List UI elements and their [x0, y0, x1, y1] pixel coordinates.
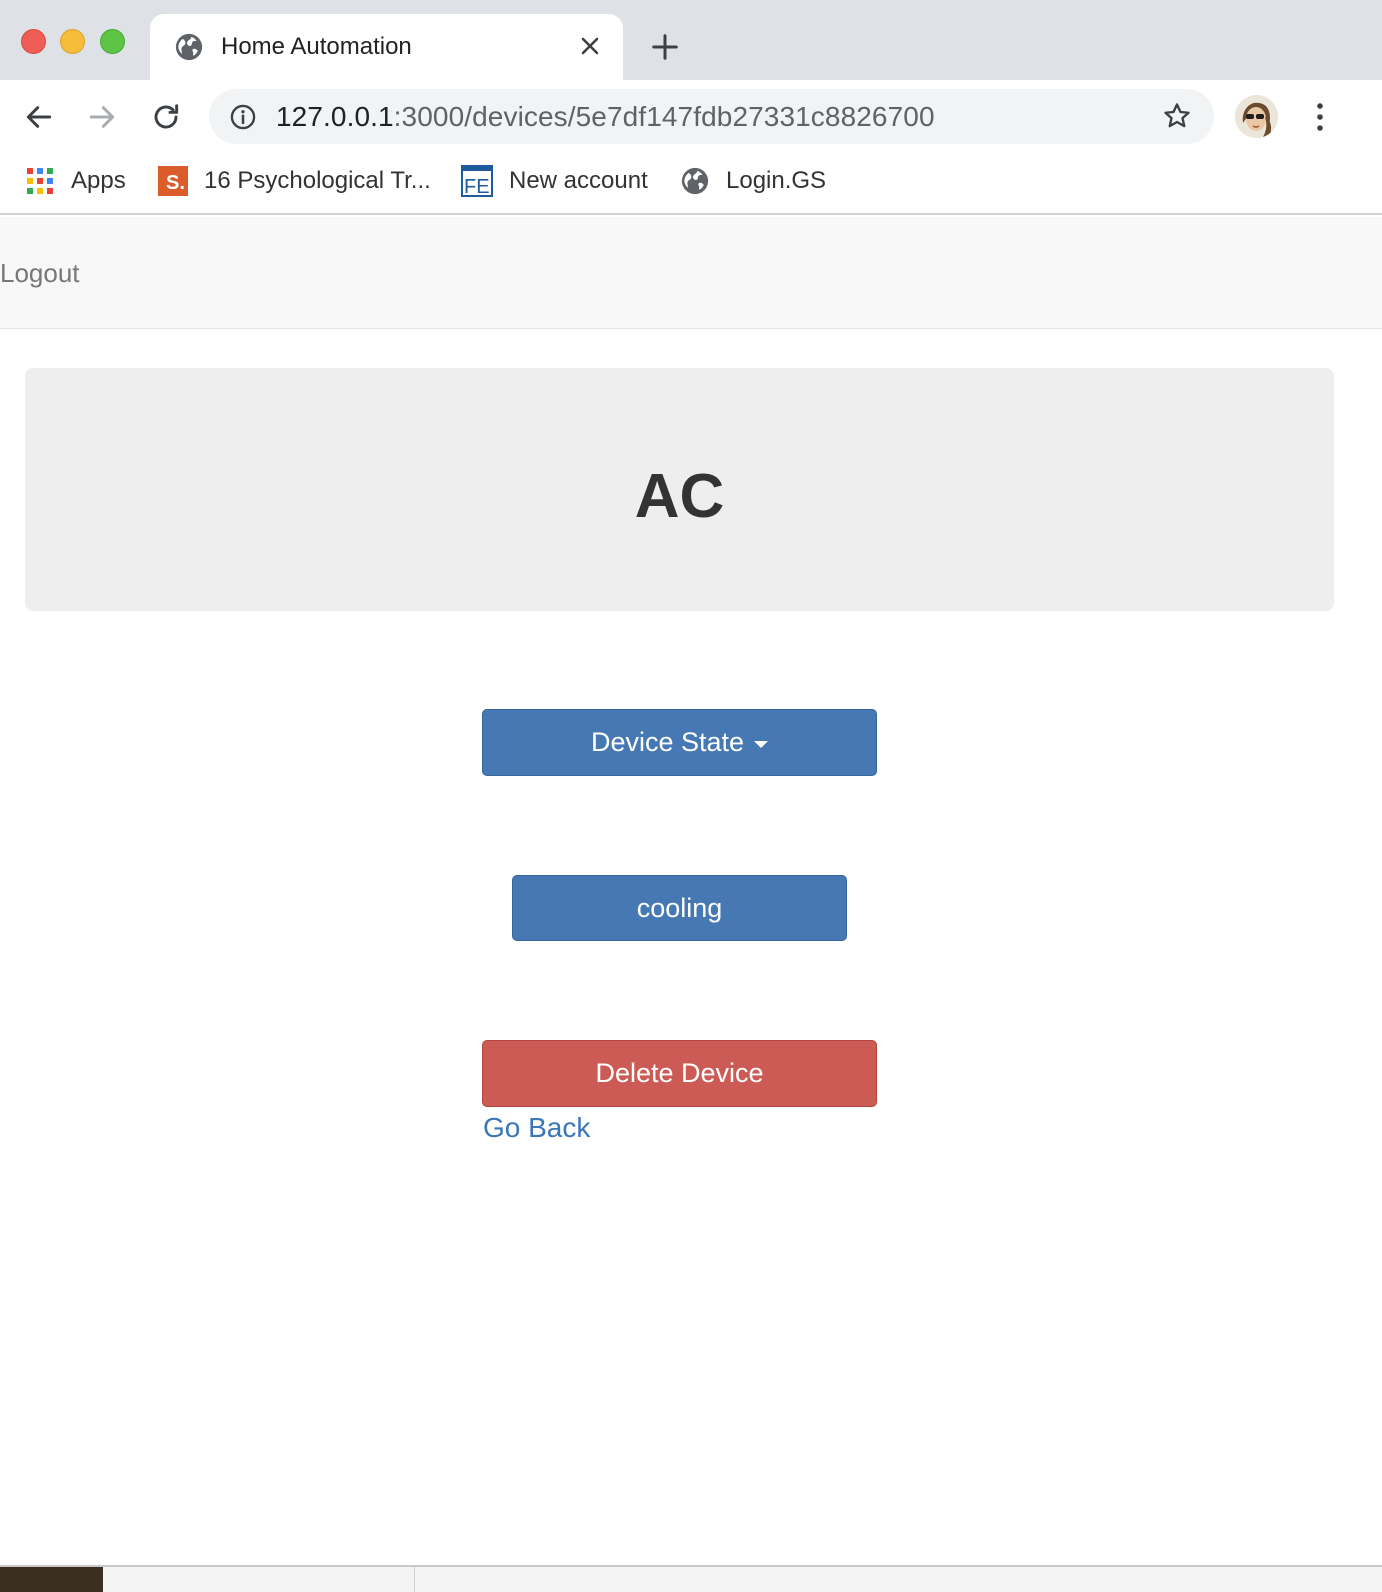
device-state-value-button[interactable]: cooling [512, 875, 847, 941]
device-state-dropdown-button[interactable]: Device State [482, 709, 877, 776]
browser-tabstrip: Home Automation [0, 0, 1382, 80]
info-icon[interactable] [229, 103, 257, 131]
caret-down-icon [754, 740, 769, 748]
bookmark-psychological[interactable]: S. 16 Psychological Tr... [158, 164, 431, 198]
browser-tab-active[interactable]: Home Automation [150, 14, 623, 80]
bookmark-label: Apps [71, 167, 126, 194]
desktop-edge [0, 1565, 1382, 1592]
window-minimize-button[interactable] [60, 29, 85, 54]
device-name-heading: AC [634, 462, 725, 531]
bookmarks-bar: Apps S. 16 Psychological Tr... FE New ac… [0, 152, 1382, 215]
svg-text:S.: S. [166, 172, 185, 194]
url-text[interactable]: 127.0.0.1:3000/devices/5e7df147fdb27331c… [276, 101, 935, 133]
bookmark-label: New account [509, 167, 648, 194]
avatar-icon [1235, 95, 1278, 138]
back-arrow-icon[interactable] [23, 101, 55, 133]
globe-icon [175, 33, 203, 61]
address-bar[interactable]: 127.0.0.1:3000/devices/5e7df147fdb27331c… [209, 89, 1214, 144]
url-path: :3000/devices/5e7df147fdb27331c8826700 [393, 101, 935, 132]
window-maximize-button[interactable] [100, 29, 125, 54]
bookmark-new-account[interactable]: FE New account [461, 164, 648, 198]
s-favicon-icon: S. [158, 166, 188, 196]
apps-grid-icon [27, 168, 53, 194]
star-icon[interactable] [1162, 101, 1192, 131]
forward-arrow-icon[interactable] [86, 101, 118, 133]
bookmark-label: 16 Psychological Tr... [204, 167, 431, 194]
logout-link[interactable]: Logout [0, 258, 80, 289]
device-state-label: Device State [590, 727, 745, 757]
delete-device-button[interactable]: Delete Device [482, 1040, 877, 1107]
browser-toolbar: 127.0.0.1:3000/devices/5e7df147fdb27331c… [0, 80, 1382, 152]
svg-text:FE: FE [464, 176, 490, 197]
delete-device-label: Delete Device [595, 1058, 764, 1088]
go-back-link[interactable]: Go Back [483, 1112, 590, 1144]
new-tab-icon[interactable] [650, 32, 680, 62]
app-navbar: Logout [0, 217, 1382, 329]
window-close-button[interactable] [21, 29, 46, 54]
bookmark-apps[interactable]: Apps [25, 164, 126, 198]
profile-avatar[interactable] [1235, 95, 1278, 138]
more-vert-icon[interactable] [1310, 100, 1330, 134]
globe-icon [681, 167, 709, 195]
fe-favicon-icon: FE [461, 165, 493, 197]
reload-icon[interactable] [150, 101, 182, 133]
bookmark-login-gs[interactable]: Login.GS [680, 164, 826, 198]
device-jumbotron: AC [25, 368, 1334, 611]
tab-title: Home Automation [221, 33, 412, 60]
bookmark-label: Login.GS [726, 167, 827, 194]
close-icon[interactable] [578, 34, 602, 58]
device-state-value: cooling [636, 892, 723, 923]
url-host: 127.0.0.1 [276, 101, 394, 132]
